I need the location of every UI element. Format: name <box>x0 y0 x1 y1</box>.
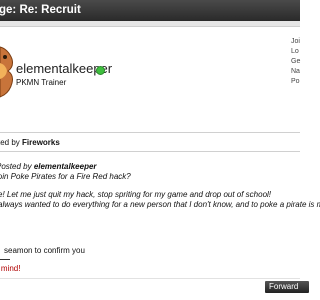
signature-divider <box>0 259 10 260</box>
quote-line: Posted by elementalkeeper <box>0 162 97 171</box>
quote-line: join Poke Pirates for a Fire Red hack? <box>0 172 131 181</box>
divider <box>0 132 300 133</box>
quote-header-prefix: ted by <box>0 138 23 147</box>
user-info-posts-label: Po <box>291 78 300 85</box>
user-info-panel: Joi Lo Ge Na Po <box>291 37 300 87</box>
divider <box>0 278 300 279</box>
user-title: PKMN Trainer <box>16 78 67 87</box>
quote-line: always wanted to do everything for a new… <box>0 200 320 209</box>
quote-line: e! Let me just quit my hack, stop spriti… <box>0 190 272 199</box>
reply-text: seamon to confirm you <box>4 246 85 255</box>
online-status-icon <box>96 66 105 75</box>
user-avatar[interactable] <box>0 37 16 109</box>
user-info-name-label: Na <box>291 68 300 75</box>
reply-text-red: r mind! <box>0 264 21 273</box>
quote-line-author: elementalkeeper <box>33 162 97 171</box>
quote-header-author: Fireworks <box>22 138 60 147</box>
user-info-join-label: Joi <box>291 38 300 45</box>
user-info-gender-label: Ge <box>291 58 301 65</box>
forward-button[interactable]: Forward <box>265 281 309 293</box>
page-title: ge: Re: Recruit <box>0 4 81 16</box>
quote-header: ted by Fireworks <box>0 138 60 147</box>
quote-line-prefix: Posted by <box>0 162 32 171</box>
user-info-location-label: Lo <box>291 48 299 55</box>
divider <box>0 151 300 152</box>
title-bar: ge: Re: Recruit <box>0 0 300 21</box>
